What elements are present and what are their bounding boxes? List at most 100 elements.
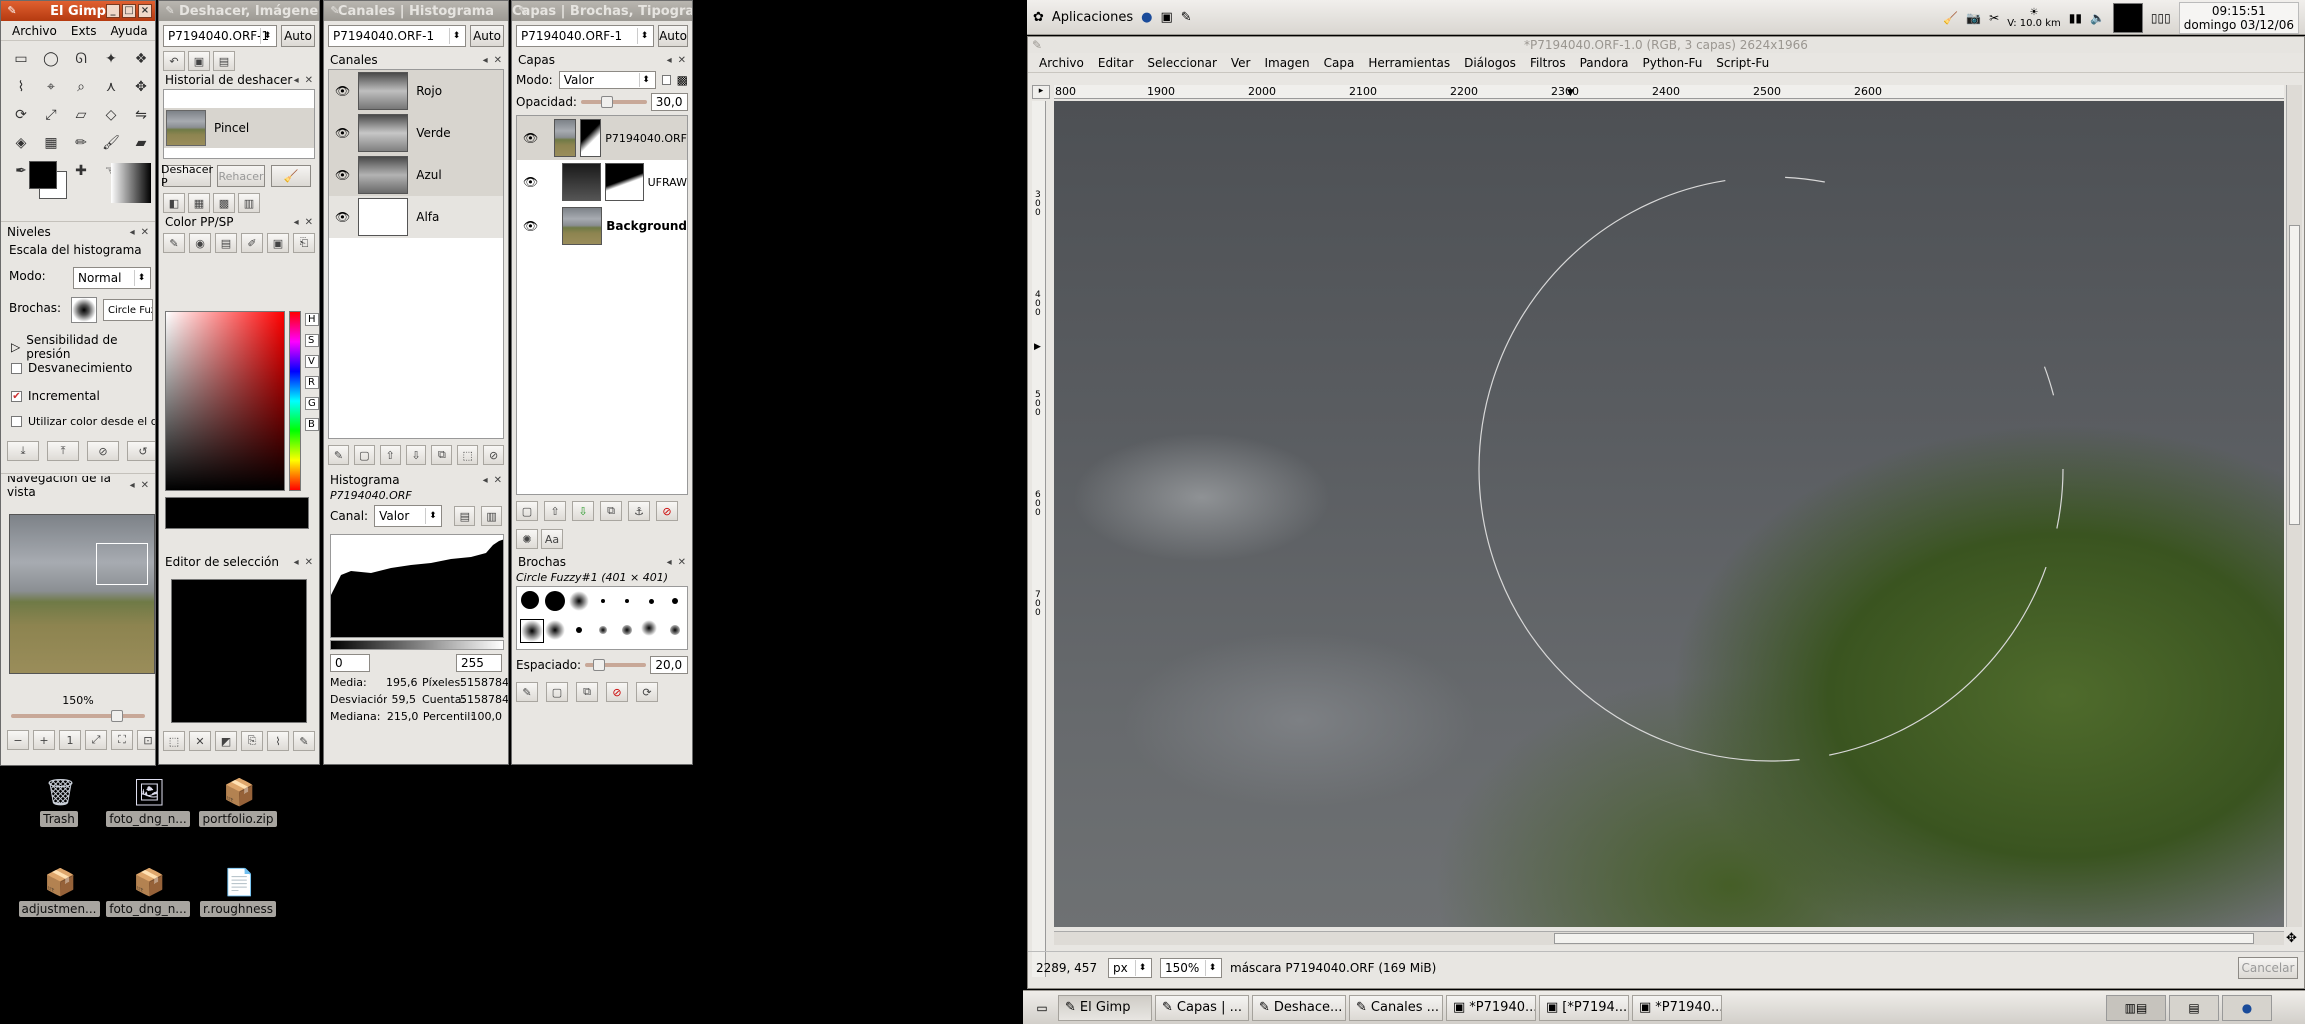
brush-fuzzy-5[interactable] xyxy=(599,625,607,634)
menu-archivo[interactable]: Archivo xyxy=(1032,56,1091,70)
duplicate-layer-icon[interactable]: ⧉ xyxy=(600,501,622,521)
to-path-icon[interactable]: ⌇ xyxy=(267,731,289,751)
task-el-gimp[interactable]: ✎ El Gimp xyxy=(1058,994,1152,1021)
opacity-slider[interactable] xyxy=(580,96,647,108)
panel-close-icon[interactable]: ✕ xyxy=(678,557,686,568)
cmyk-selector-icon[interactable]: ▤ xyxy=(215,233,237,253)
color-picker-icon[interactable]: ⌖ xyxy=(39,75,63,99)
broom-icon[interactable]: 🧹 xyxy=(1943,11,1958,25)
channel-row-red[interactable]: 👁 Rojo xyxy=(329,70,503,112)
auto-button[interactable]: Auto xyxy=(658,25,688,47)
fade-checkbox[interactable]: Desvanecimiento xyxy=(11,361,132,375)
eye-icon[interactable]: 👁 xyxy=(335,168,350,182)
shrink-wrap-icon[interactable]: ⊡ xyxy=(137,730,155,750)
eye-icon[interactable]: 👁 xyxy=(523,219,538,233)
undo-history-item[interactable]: Pincel xyxy=(164,108,314,148)
brush-preview[interactable] xyxy=(71,297,97,323)
auto-button[interactable]: Auto xyxy=(281,25,315,47)
panel-menu-icon[interactable]: ◂ xyxy=(667,557,672,568)
layer-row-background[interactable]: 👁 Background xyxy=(517,204,687,248)
opacity-value[interactable]: 30,0 xyxy=(650,93,688,111)
menu-filtros[interactable]: Filtros xyxy=(1523,56,1573,70)
clock[interactable]: 09:15:51 domingo 03/12/06 xyxy=(2178,1,2299,34)
menu-capa[interactable]: Capa xyxy=(1317,56,1362,70)
delete-channel-icon[interactable]: ⊘ xyxy=(483,445,505,465)
weather-applet[interactable]: ☀ V: 10.0 km xyxy=(2007,7,2061,29)
tab-palette-icon[interactable]: ▩ xyxy=(213,193,235,213)
brush-fuzzy-9[interactable] xyxy=(670,624,680,635)
eye-icon[interactable]: 👁 xyxy=(523,131,538,145)
select-none-icon[interactable]: ✕ xyxy=(189,731,211,751)
panel-close-icon[interactable]: ✕ xyxy=(494,55,502,66)
zoom-out-icon[interactable]: − xyxy=(7,730,29,750)
brush-fuzzy-3[interactable] xyxy=(576,626,582,633)
lower-layer-icon[interactable]: ⇩ xyxy=(572,501,594,521)
speaker-icon[interactable]: 🔈 xyxy=(2090,11,2105,25)
shear-icon[interactable]: ▱ xyxy=(69,103,93,127)
brush-fuzzy-17[interactable] xyxy=(545,619,565,640)
save-options-icon[interactable]: ⤓ xyxy=(7,441,39,461)
eye-icon[interactable]: 👁 xyxy=(335,84,350,98)
tab-fg-bg-icon[interactable]: ◧ xyxy=(163,193,185,213)
flip-icon[interactable]: ⇋ xyxy=(129,103,153,127)
panel-close-icon[interactable]: ✕ xyxy=(305,557,313,568)
zoom-slider[interactable] xyxy=(11,710,145,722)
duplicate-channel-icon[interactable]: ⧉ xyxy=(431,445,453,465)
panel-close-icon[interactable]: ✕ xyxy=(678,55,686,66)
heal-icon[interactable]: ✚ xyxy=(69,159,93,183)
show-desktop-icon[interactable]: ▭ xyxy=(1029,997,1055,1019)
raise-channel-icon[interactable]: ⇧ xyxy=(379,445,401,465)
layer-mask-thumbnail[interactable] xyxy=(604,163,644,201)
new-channel-icon[interactable]: ▢ xyxy=(353,445,375,465)
panel-close-icon[interactable]: ✕ xyxy=(141,480,149,491)
paths-icon[interactable]: ⌇ xyxy=(9,75,33,99)
gnome-foot-icon[interactable]: ✿ xyxy=(1033,10,1044,25)
desktop-icon-roughness[interactable]: 📄 r.roughness xyxy=(196,868,280,917)
workspace-2-icon[interactable]: ▤ xyxy=(2169,994,2219,1021)
stroke-selection-icon[interactable]: ✎ xyxy=(293,731,315,751)
desktop-icon-portfolio[interactable]: 📦 portfolio.zip xyxy=(196,778,280,827)
new-brush-icon[interactable]: ▢ xyxy=(546,682,568,702)
auto-button[interactable]: Auto xyxy=(470,25,504,47)
raise-layer-icon[interactable]: ⇧ xyxy=(544,501,566,521)
anchor-layer-icon[interactable]: ⚓ xyxy=(628,501,650,521)
menu-archivo[interactable]: Archivo xyxy=(5,24,64,38)
delete-layer-icon[interactable]: ⊘ xyxy=(656,501,678,521)
triangle-selector-icon[interactable]: ◉ xyxy=(189,233,211,253)
layer-mode-select[interactable]: Valor ⬍ xyxy=(558,71,656,89)
task-image-3[interactable]: ▣ *P71940... xyxy=(1632,994,1722,1021)
bucket-fill-icon[interactable]: ◈ xyxy=(9,131,33,155)
layer-row-p7194040[interactable]: 👁 P7194040.ORF xyxy=(517,116,687,160)
channels-titlebar[interactable]: ✎ Canales | Histograma xyxy=(324,1,508,21)
brush-circle-7[interactable] xyxy=(649,599,654,604)
redo-button[interactable]: Rehacer xyxy=(217,165,265,187)
channel-to-selection-icon[interactable]: ⬚ xyxy=(457,445,479,465)
brush-circle-5[interactable] xyxy=(625,599,629,603)
image-selector[interactable]: P7194040.ORF-1 ⬍ xyxy=(328,25,466,47)
brush-fuzzy-7[interactable] xyxy=(622,624,632,635)
zoom-icon[interactable]: ⌕ xyxy=(69,75,93,99)
eye-icon[interactable]: 👁 xyxy=(335,210,350,224)
scale-icon[interactable]: ⤢ xyxy=(39,103,63,127)
duplicate-brush-icon[interactable]: ⧉ xyxy=(576,682,598,702)
layer-mask-thumbnail[interactable] xyxy=(579,119,602,157)
task-capas[interactable]: ✎ Capas | ... xyxy=(1155,994,1249,1021)
tab-brushes-icon[interactable]: ✺ xyxy=(516,529,538,549)
color-history-icon[interactable]: ⎗ xyxy=(293,233,315,253)
delete-brush-icon[interactable]: ⊘ xyxy=(606,682,628,702)
channel-row-blue[interactable]: 👁 Azul xyxy=(329,154,503,196)
zoom-fit-icon[interactable]: ⤢ xyxy=(85,730,107,750)
tab-templates-icon[interactable]: ▤ xyxy=(213,51,235,71)
view-rectangle[interactable] xyxy=(96,543,148,585)
image-selector[interactable]: P7194040.ORF-1 ⬍ xyxy=(516,25,654,47)
eye-icon[interactable]: 👁 xyxy=(335,126,350,140)
zoom-1to1-icon[interactable]: 1 xyxy=(59,730,81,750)
task-deshacer[interactable]: ✎ Deshace... xyxy=(1252,994,1346,1021)
incremental-checkbox[interactable]: ✔ Incremental xyxy=(11,389,100,403)
menu-exts[interactable]: Exts xyxy=(64,24,104,38)
desktop-icon-adjustments[interactable]: 📦 adjustmen... xyxy=(18,868,100,917)
menu-python-fu[interactable]: Python-Fu xyxy=(1636,56,1710,70)
zoom-in-icon[interactable]: + xyxy=(33,730,55,750)
panel-menu-icon[interactable]: ◂ xyxy=(294,217,299,228)
channel-row-alpha[interactable]: 👁 Alfa xyxy=(329,196,503,238)
